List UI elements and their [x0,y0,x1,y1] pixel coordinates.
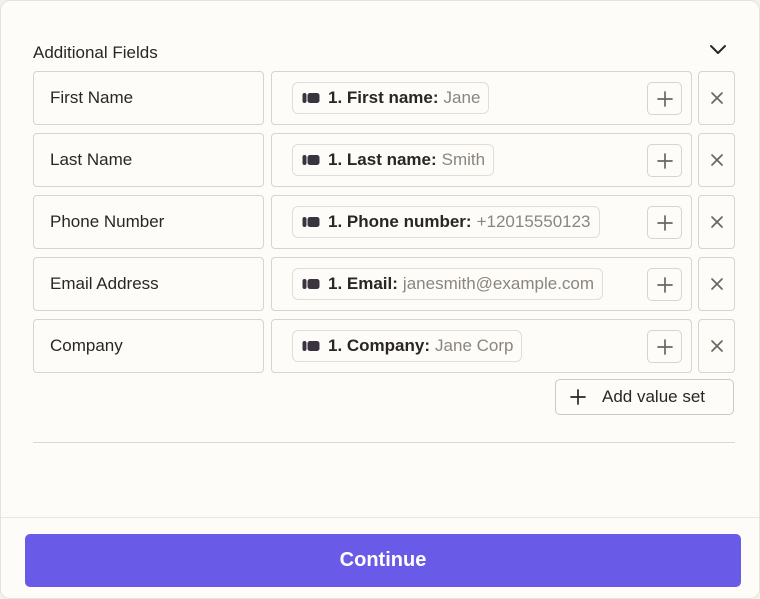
field-name-text: Email Address [50,274,159,293]
close-icon [710,216,723,228]
pill-value: Jane [443,88,481,107]
field-name-input[interactable]: First Name [33,71,264,125]
plus-icon [570,389,586,405]
section-title: Additional Fields [33,43,158,62]
pill-key: 1. Company: [328,336,431,355]
field-name-text: First Name [50,88,134,107]
field-name-text: Company [50,336,123,355]
continue-button[interactable]: Continue [25,534,741,587]
plus-icon [656,338,673,355]
field-name-text: Phone Number [50,212,165,231]
section-header: Additional Fields [33,37,733,67]
field-name-input[interactable]: Email Address [33,257,264,311]
plus-icon [656,214,673,231]
insert-data-button[interactable] [647,330,682,363]
step-icon [302,340,320,352]
mapped-value-pill[interactable]: 1. Email: janesmith@example.com [292,268,604,300]
close-icon [710,278,723,290]
divider [33,442,735,443]
field-name-input[interactable]: Company [33,319,264,373]
insert-data-button[interactable] [647,144,682,177]
insert-data-button[interactable] [647,206,682,239]
close-icon [710,340,723,352]
field-value-input[interactable]: 1. Email: janesmith@example.com [271,257,692,311]
field-value-input[interactable]: 1. Last name: Smith [271,133,692,187]
field-value-input[interactable]: 1. Company: Jane Corp [271,319,692,373]
field-row: First Name 1. First name: Jane [33,71,735,125]
mapped-value-pill[interactable]: 1. Company: Jane Corp [292,330,523,362]
mapped-value-pill[interactable]: 1. Last name: Smith [292,144,495,176]
plus-icon [656,276,673,293]
pill-key: 1. First name: [328,88,439,107]
remove-field-button[interactable] [698,257,735,311]
field-name-input[interactable]: Phone Number [33,195,264,249]
pill-value: Jane Corp [435,336,514,355]
mapped-value-pill[interactable]: 1. Phone number: +12015550123 [292,206,600,238]
add-value-set-button[interactable]: Add value set [555,379,734,415]
field-row: Email Address 1. Email: janesmith@exampl… [33,257,735,311]
remove-field-button[interactable] [698,319,735,373]
additional-fields-panel: Additional Fields First Name 1. First na… [0,0,760,599]
pill-value: janesmith@example.com [402,274,595,293]
mapped-value-pill[interactable]: 1. First name: Jane [292,82,490,114]
footer: Continue [1,517,759,598]
insert-data-button[interactable] [647,82,682,115]
pill-value: +12015550123 [476,212,591,231]
field-row: Company 1. Company: Jane Corp [33,319,735,373]
step-icon [302,154,320,166]
pill-value: Smith [441,150,486,169]
field-value-input[interactable]: 1. Phone number: +12015550123 [271,195,692,249]
field-row: Phone Number 1. Phone number: +120155501… [33,195,735,249]
field-row: Last Name 1. Last name: Smith [33,133,735,187]
close-icon [710,154,723,166]
pill-key: 1. Last name: [328,150,437,169]
field-value-input[interactable]: 1. First name: Jane [271,71,692,125]
field-rows: First Name 1. First name: Jane Last Name [33,71,735,381]
step-icon [302,216,320,228]
pill-key: 1. Email: [328,274,398,293]
plus-icon [656,152,673,169]
step-icon [302,278,320,290]
chevron-down-icon[interactable] [703,37,733,61]
close-icon [710,92,723,104]
remove-field-button[interactable] [698,133,735,187]
step-icon [302,92,320,104]
remove-field-button[interactable] [698,195,735,249]
insert-data-button[interactable] [647,268,682,301]
remove-field-button[interactable] [698,71,735,125]
field-name-text: Last Name [50,150,133,169]
pill-key: 1. Phone number: [328,212,472,231]
add-value-set-label: Add value set [602,387,706,406]
plus-icon [656,90,673,107]
field-name-input[interactable]: Last Name [33,133,264,187]
